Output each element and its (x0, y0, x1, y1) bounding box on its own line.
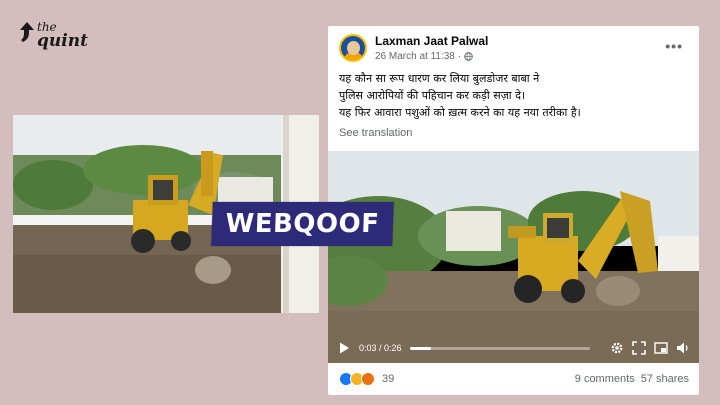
settings-icon[interactable] (610, 341, 624, 355)
author-name[interactable]: Laxman Jaat Palwal (375, 34, 488, 48)
see-translation-link[interactable]: See translation (339, 127, 412, 139)
post-header: Laxman Jaat Palwal 26 March at 11:38 · •… (339, 34, 689, 64)
avatar[interactable] (339, 34, 367, 62)
post-footer: 39 9 comments 57 shares (339, 370, 689, 388)
post-timestamp[interactable]: 26 March at 11:38 (375, 51, 455, 62)
pip-icon[interactable] (654, 341, 668, 355)
webqoof-badge: WEBQOOF (211, 202, 394, 246)
reactions[interactable]: 39 (339, 372, 394, 386)
video-progress-fill (409, 346, 432, 350)
reaction-count: 39 (382, 373, 395, 385)
volume-icon[interactable] (676, 341, 690, 355)
post-text-line-3: यह फिर आवारा पशुओं को ख़त्म करने का यह न… (339, 106, 581, 119)
video-controls: 0:03 / 0:26 (328, 333, 699, 363)
post-meta: 26 March at 11:38 · (375, 51, 474, 62)
video-player[interactable]: 0:03 / 0:26 (328, 151, 699, 363)
play-icon[interactable] (337, 341, 351, 355)
post-text-line-2: पुलिस आरोपियों की पहिचान कर कड़ी सज़ा दे… (339, 89, 526, 102)
post-text-line-1: यह कौन सा रूप धारण कर लिया बुलडोजर बाबा … (339, 72, 540, 85)
video-time: 0:03 / 0:26 (359, 343, 402, 353)
logo-quint-text: quint (37, 31, 88, 51)
video-progress-bar[interactable] (409, 346, 590, 350)
angry-reaction-icon (361, 372, 375, 386)
more-icon[interactable]: ••• (665, 38, 683, 54)
the-quint-logo: the quint (20, 20, 88, 51)
fullscreen-icon[interactable] (632, 341, 646, 355)
shares-count[interactable]: 57 shares (641, 373, 689, 385)
video-frame-image (328, 151, 699, 363)
comments-count[interactable]: 9 comments (575, 373, 635, 385)
globe-icon (464, 52, 474, 61)
duration: 0:26 (384, 343, 402, 353)
post-text: यह कौन सा रूप धारण कर लिया बुलडोजर बाबा … (339, 70, 689, 121)
quint-logo-icon (20, 22, 34, 42)
current-time: 0:03 (359, 343, 377, 353)
